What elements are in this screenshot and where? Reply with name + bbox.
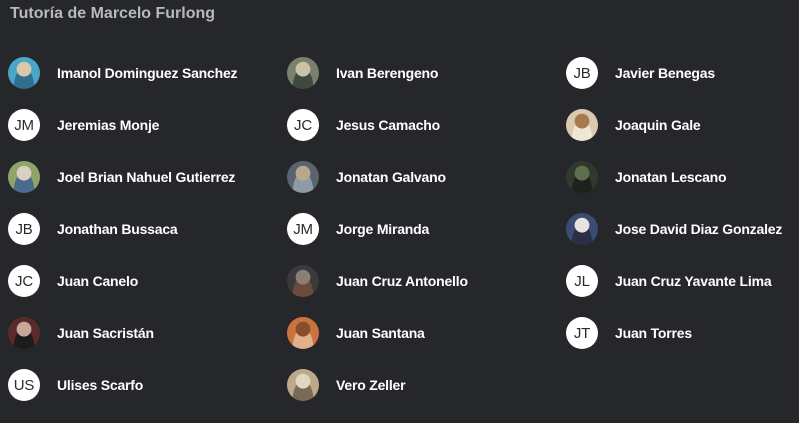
avatar-initials-text: JM [293, 220, 313, 238]
member-item[interactable]: Juan Cruz Antonello [287, 263, 468, 299]
member-name: Jonatan Galvano [336, 169, 446, 185]
member-name: Juan Canelo [57, 273, 139, 289]
avatar-photo [287, 57, 319, 89]
avatar-initials-text: JT [573, 324, 591, 342]
member-item[interactable]: JM Jorge Miranda [287, 211, 429, 247]
member-name: Imanol Dominguez Sanchez [57, 65, 238, 81]
member-grid: Imanol Dominguez Sanchez Ivan Berengeno JB… [0, 0, 799, 423]
member-name: Jonathan Bussaca [57, 221, 178, 237]
avatar-photo [8, 161, 40, 193]
member-item[interactable]: Vero Zeller [287, 367, 406, 403]
member-item[interactable]: JM Jeremias Monje [8, 107, 159, 143]
member-item[interactable]: JB Jonathan Bussaca [8, 211, 178, 247]
avatar-initials-text: JC [294, 116, 312, 134]
member-item[interactable]: Ivan Berengeno [287, 55, 438, 91]
avatar-initials: US [8, 369, 40, 401]
member-item[interactable]: JC Juan Canelo [8, 263, 138, 299]
avatar-initials-text: JB [15, 220, 33, 238]
avatar-initials-text: JC [15, 272, 33, 290]
member-name: Jonatan Lescano [615, 169, 727, 185]
avatar-initials-text: JM [14, 116, 34, 134]
avatar-photo [566, 109, 598, 141]
avatar-photo [566, 161, 598, 193]
member-item[interactable]: US Ulises Scarfo [8, 367, 143, 403]
member-name: Jose David Diaz Gonzalez [615, 221, 783, 237]
member-name: Jesus Camacho [336, 117, 441, 133]
avatar-initials: JT [566, 317, 598, 349]
member-name: Javier Benegas [615, 65, 715, 81]
member-item[interactable]: Jose David Diaz Gonzalez [566, 211, 782, 247]
avatar-photo [287, 265, 319, 297]
member-name: Ulises Scarfo [57, 377, 144, 393]
member-item[interactable]: JL Juan Cruz Yavante Lima [566, 263, 772, 299]
member-item[interactable]: JT Juan Torres [566, 315, 692, 351]
avatar-initials-text: JB [573, 64, 591, 82]
member-item[interactable]: Imanol Dominguez Sanchez [8, 55, 238, 91]
avatar-initials: JB [566, 57, 598, 89]
member-item[interactable]: Jonatan Galvano [287, 159, 446, 195]
avatar-initials: JL [566, 265, 598, 297]
member-name: Jorge Miranda [336, 221, 430, 237]
avatar-initials-text: JL [574, 272, 590, 290]
member-name: Jeremias Monje [57, 117, 160, 133]
member-name: Joel Brian Nahuel Gutierrez [57, 169, 236, 185]
member-item[interactable]: Jonatan Lescano [566, 159, 727, 195]
avatar-initials: JC [8, 265, 40, 297]
member-name: Juan Santana [336, 325, 425, 341]
member-item[interactable]: Juan Santana [287, 315, 425, 351]
member-name: Juan Sacristán [57, 325, 154, 341]
member-name: Juan Cruz Antonello [336, 273, 468, 289]
avatar-initials: JM [8, 109, 40, 141]
avatar-photo [287, 161, 319, 193]
member-name: Vero Zeller [336, 377, 406, 393]
member-item[interactable]: Juan Sacristán [8, 315, 154, 351]
member-item[interactable]: JB Javier Benegas [566, 55, 715, 91]
member-name: Juan Torres [615, 325, 692, 341]
avatar-initials: JM [287, 213, 319, 245]
member-name: Joaquin Gale [615, 117, 701, 133]
avatar-photo [287, 317, 319, 349]
avatar-photo [8, 57, 40, 89]
avatar-initials-text: US [13, 376, 35, 394]
member-item[interactable]: JC Jesus Camacho [287, 107, 440, 143]
avatar-photo [8, 317, 40, 349]
member-name: Ivan Berengeno [336, 65, 439, 81]
member-item[interactable]: Joaquin Gale [566, 107, 701, 143]
member-name: Juan Cruz Yavante Lima [615, 273, 772, 289]
avatar-photo [566, 213, 598, 245]
avatar-initials: JC [287, 109, 319, 141]
avatar-initials: JB [8, 213, 40, 245]
avatar-photo [287, 369, 319, 401]
member-item[interactable]: Joel Brian Nahuel Gutierrez [8, 159, 235, 195]
